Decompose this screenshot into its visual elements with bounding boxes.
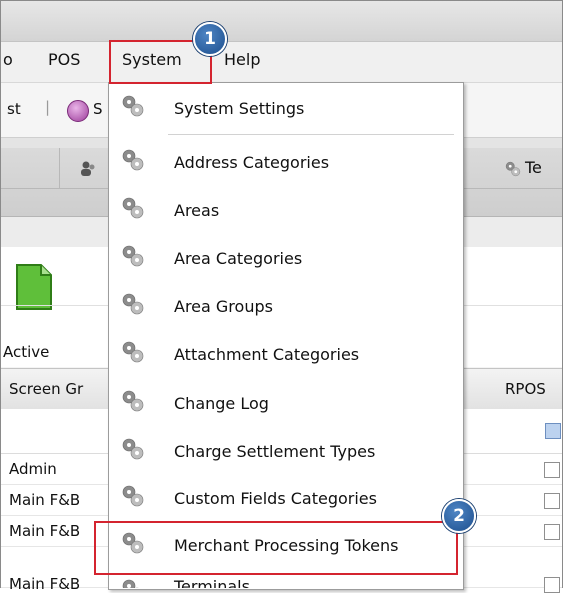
menu-item-charge-settlement-types[interactable]: Charge Settlement Types (108, 429, 462, 475)
gears-icon (120, 436, 146, 462)
menu-item-custom-fields-categories[interactable]: Custom Fields Categories (108, 476, 462, 522)
step-1-badge: 1 (193, 22, 227, 56)
title-bar (1, 1, 562, 42)
menu-item-partial[interactable]: o (3, 50, 13, 69)
new-document-icon[interactable] (15, 263, 53, 311)
menu-item-label: Change Log (174, 394, 269, 413)
gears-icon (120, 243, 146, 269)
filter-checkbox[interactable] (545, 423, 561, 439)
step-2-badge: 2 (442, 499, 476, 533)
menu-help[interactable]: Help (224, 50, 260, 69)
row-checkbox[interactable] (544, 493, 560, 509)
menu-item-area-categories[interactable]: Area Categories (108, 236, 462, 282)
menu-pos[interactable]: POS (48, 50, 80, 69)
gears-icon (120, 483, 146, 509)
menu-item-label: Areas (174, 201, 220, 220)
table-cell: Main F&B (9, 522, 81, 540)
gears-icon (120, 339, 146, 365)
menu-item-system-settings[interactable]: System Settings (108, 86, 462, 132)
menu-item-label: Custom Fields Categories (174, 489, 377, 508)
purple-circle-icon[interactable] (67, 100, 89, 122)
column-header-rpos[interactable]: RPOS (505, 380, 546, 398)
toolbar-separator: | (45, 98, 51, 116)
gears-icon (120, 147, 146, 173)
menu-separator (168, 134, 454, 135)
menu-item-label: Attachment Categories (174, 345, 360, 364)
menu-item-area-groups[interactable]: Area Groups (108, 284, 462, 330)
row-checkbox[interactable] (544, 462, 560, 478)
menu-item-label: Area Groups (174, 297, 273, 316)
menu-item-label: Charge Settlement Types (174, 442, 376, 461)
tab-partial-label[interactable]: Te (525, 158, 542, 177)
table-cell: Admin (9, 460, 57, 478)
gears-icon (120, 93, 146, 119)
menu-item-label: System Settings (174, 99, 305, 118)
column-header-screen-group[interactable]: Screen Gr (9, 380, 83, 398)
menu-item-address-categories[interactable]: Address Categories (108, 140, 462, 186)
menu-item-label: Area Categories (174, 249, 303, 268)
highlight-merchant-processing-tokens (94, 521, 458, 575)
menu-item-label: Address Categories (174, 153, 330, 172)
table-cell: Main F&B (9, 491, 81, 509)
active-label: Active (3, 343, 50, 361)
menu-bar: o POS System Help (1, 42, 562, 83)
row-checkbox[interactable] (544, 524, 560, 540)
table-cell: Main F&B (9, 575, 81, 593)
menu-item-attachment-categories[interactable]: Attachment Categories (108, 332, 462, 378)
users-icon[interactable] (79, 160, 97, 178)
menu-item-areas[interactable]: Areas (108, 188, 462, 234)
toolbar-partial-label[interactable]: S (93, 100, 103, 118)
gears-icon (120, 577, 146, 588)
menu-item-change-log[interactable]: Change Log (108, 381, 462, 427)
gear-icon[interactable] (504, 160, 522, 178)
gears-icon (120, 388, 146, 414)
toolbar-button-partial-label[interactable]: st (7, 100, 21, 118)
row-checkbox[interactable] (544, 577, 560, 593)
gears-icon (120, 291, 146, 317)
gears-icon (120, 195, 146, 221)
